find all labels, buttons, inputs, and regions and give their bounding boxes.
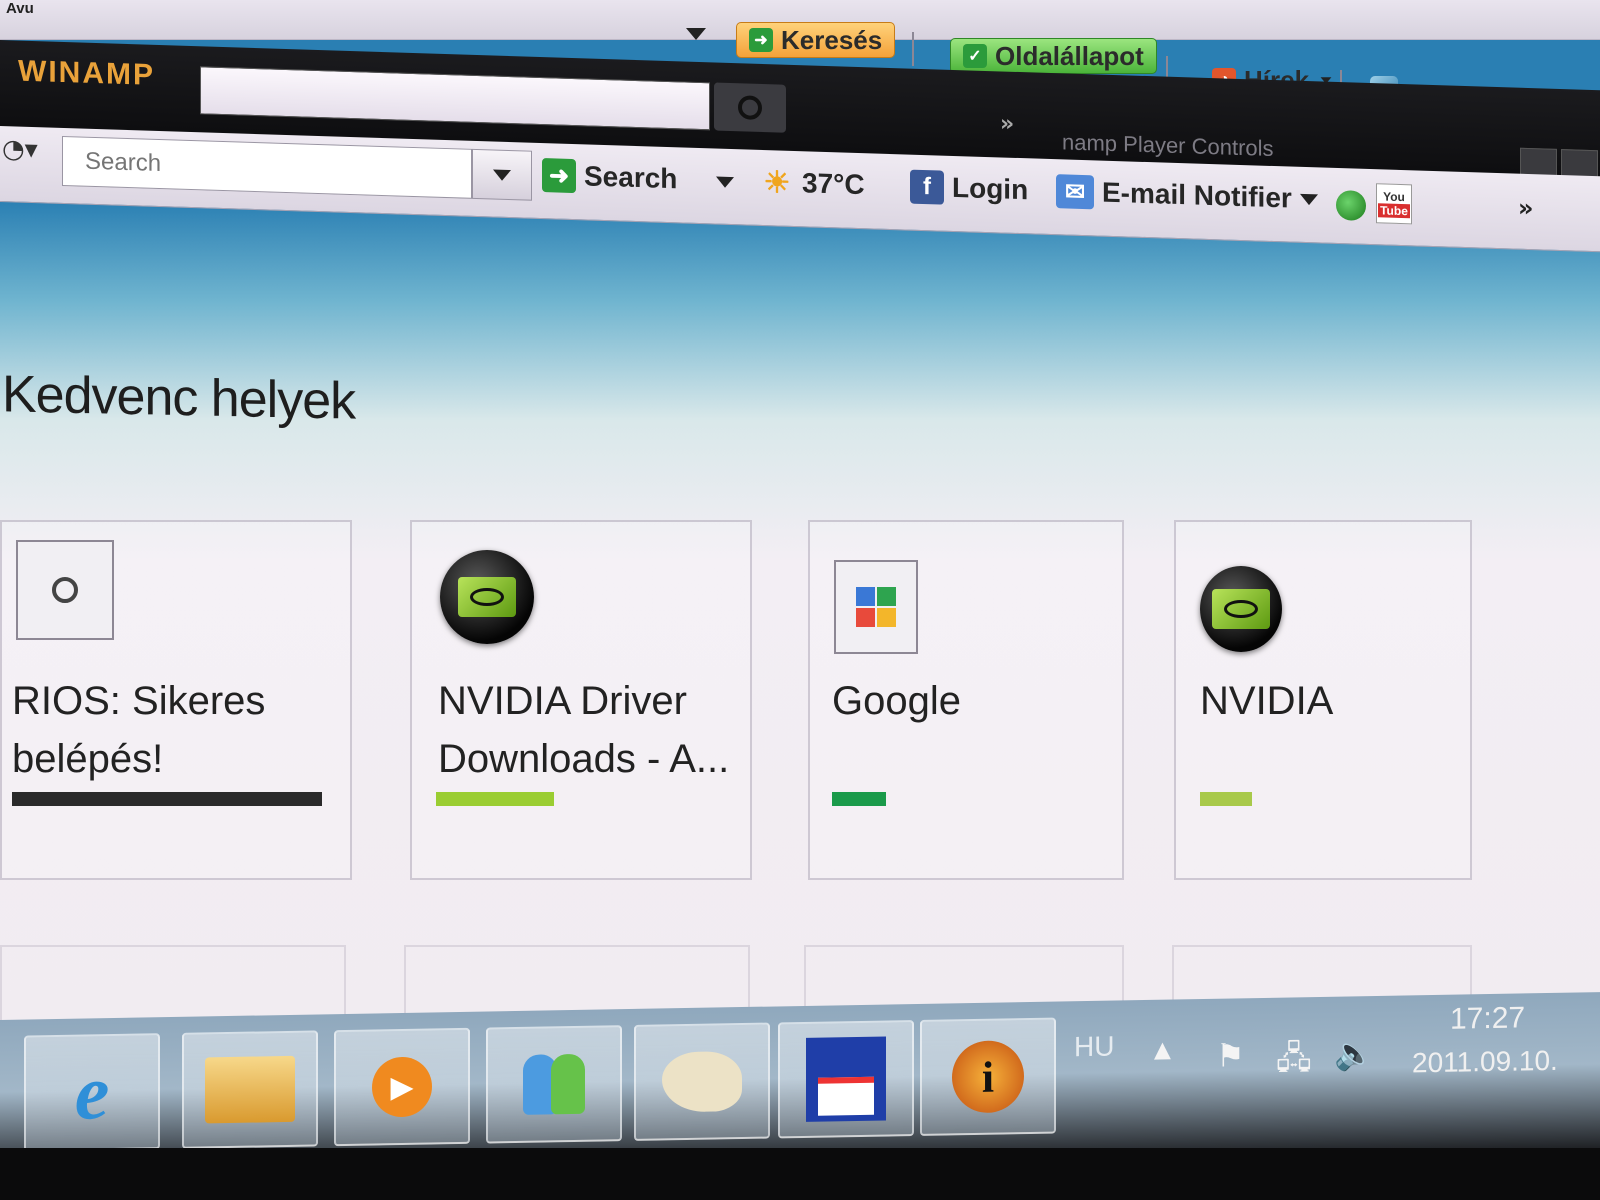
internet-explorer-icon[interactable]: e [24,1033,160,1152]
favorite-tile-empty [0,945,346,1025]
chevron-down-icon [493,168,511,181]
youtube-icon[interactable]: You Tube [1376,183,1412,225]
arrow-right-icon: ➜ [542,158,576,194]
search-dropdown-button[interactable] [472,148,532,201]
search-button[interactable]: ➜ Search [542,153,677,201]
favorite-tile[interactable]: RIOS: Sikeres belépés! [0,520,352,880]
language-indicator[interactable]: HU [1074,1031,1114,1064]
brand-fragment: Avu [6,0,34,16]
media-player-icon[interactable]: ▶ [334,1027,470,1147]
favorite-label: NVIDIA [1200,679,1334,723]
favorite-tile[interactable]: NVIDIA Driver Downloads - A... [410,520,752,880]
nvidia-icon [1200,566,1282,652]
kereses-label: Keresés [781,24,883,55]
search-button-label: Search [584,160,678,195]
favorite-frequency-bar [1200,792,1252,806]
weather-widget[interactable]: ☀ 37°C [760,160,865,207]
weather-sun-icon: ☀ [763,165,791,200]
page-title: Kedvenc helyek [2,365,356,431]
google-icon [834,560,918,654]
winamp-search-button[interactable] [714,82,786,133]
winamp-more-button[interactable]: » [1000,111,1014,136]
favorite-label: Google [832,679,961,723]
info-icon[interactable]: i [920,1017,1056,1136]
facebook-login-button[interactable]: f Login [910,165,1028,213]
nvidia-icon [440,550,534,644]
check-icon: ✓ [963,44,987,68]
favorite-label: NVIDIA Driver Downloads - A... [438,679,730,781]
clock-date[interactable]: 2011.09.10. [1412,1045,1558,1080]
screen-bezel [0,1148,1600,1200]
action-center-flag-icon[interactable]: ⚑ [1216,1036,1245,1075]
envelope-icon: ✉ [1056,174,1094,210]
address-dropdown-arrow[interactable] [686,28,706,40]
search-options-arrow[interactable] [716,176,734,189]
favorite-tile[interactable]: NVIDIA [1174,520,1472,880]
kereses-button[interactable]: ➜ Keresés [736,22,896,58]
search-icon [738,95,762,120]
chevron-down-icon [1299,193,1318,205]
history-icon[interactable]: ◔▾ [2,134,38,165]
youtube-text-bottom: Tube [1378,203,1410,219]
search-input[interactable] [63,136,471,198]
weather-temperature: 37°C [802,167,865,201]
floppy-save-icon[interactable] [778,1020,914,1139]
oldalallapot-label: Oldalállapot [995,40,1144,71]
toolbar-separator [912,32,914,66]
youtube-text-top: You [1383,189,1405,205]
favorite-frequency-bar [12,792,322,806]
folder-icon[interactable] [182,1030,318,1149]
volume-icon[interactable]: 🔈 [1334,1034,1374,1073]
facebook-icon: f [910,169,944,205]
favorite-frequency-bar [832,792,886,806]
page-icon [16,540,114,640]
favorite-tile[interactable]: Google [808,520,1124,880]
email-notifier-button[interactable]: ✉ E-mail Notifier [1056,169,1318,221]
torrent-globe-icon[interactable] [1336,189,1366,221]
paint-icon[interactable] [634,1022,770,1141]
login-label: Login [952,171,1029,206]
arrow-right-icon: ➜ [749,28,773,52]
winamp-search-input[interactable] [200,66,710,131]
winamp-logo: WINAMP [18,54,155,92]
network-icon[interactable]: 🖧 [1276,1035,1312,1090]
messenger-icon[interactable] [486,1025,622,1144]
clock-time[interactable]: 17:27 [1450,1001,1525,1036]
winamp-player-controls-label: namp Player Controls [1062,129,1274,162]
search-box [62,135,472,199]
favorite-label: RIOS: Sikeres belépés! [12,679,266,781]
favorite-frequency-bar [436,792,554,806]
show-hidden-icons-icon[interactable]: ▲ [1154,1038,1171,1063]
email-notifier-label: E-mail Notifier [1102,176,1292,214]
oldalallapot-button[interactable]: ✓ Oldalállapot [950,38,1157,74]
toolbar-more-button[interactable]: » [1518,194,1534,222]
